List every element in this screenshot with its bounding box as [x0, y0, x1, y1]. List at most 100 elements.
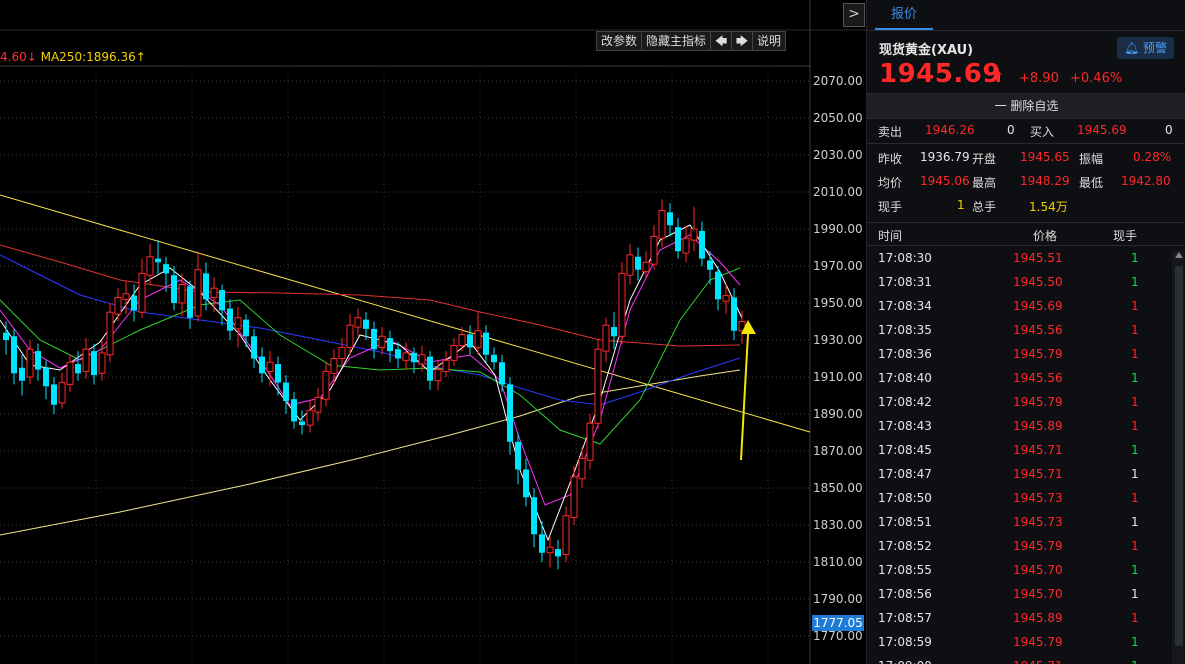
- candle-body-down: [411, 352, 417, 363]
- hide-main-indicator-button[interactable]: 隐藏主指标: [641, 31, 712, 51]
- y-tick-label: 1770.00: [813, 629, 863, 643]
- tick-price: 1945.51: [1013, 251, 1063, 265]
- candle-body-up: [418, 354, 426, 365]
- y-tick-label: 2030.00: [813, 148, 863, 162]
- modify-params-button[interactable]: 改参数: [596, 31, 643, 51]
- candle-body-down: [539, 534, 545, 553]
- avg-label: 均价: [878, 176, 903, 190]
- candle-body-up: [346, 324, 354, 348]
- candle-body-up: [602, 324, 610, 352]
- tick-price: 1945.69: [1013, 299, 1063, 313]
- tick-price: 1945.70: [1013, 563, 1063, 577]
- y-tick-label: 1990.00: [813, 222, 863, 236]
- candle-body-down: [467, 334, 473, 348]
- y-tick-label: 1870.00: [813, 444, 863, 458]
- candle-body-up: [354, 317, 362, 328]
- candle-body-up: [266, 361, 274, 372]
- candle-body-down: [555, 549, 561, 557]
- tick-scrollbar[interactable]: [1172, 250, 1185, 664]
- candle-body-down: [163, 264, 169, 274]
- kline-svg[interactable]: 2070.00 2050.00 2030.00 2010.00 1990.00 1970.…: [0, 0, 866, 664]
- tick-volume: 1: [1131, 371, 1139, 385]
- tick-time: 17:08:36: [878, 347, 932, 361]
- tick-row: 17:08:50 1945.73 1: [867, 486, 1185, 510]
- tick-volume: 1: [1131, 539, 1139, 553]
- y-tick-label: 1910.00: [813, 370, 863, 384]
- total-vol-value: 1.54万: [1029, 200, 1068, 214]
- high-value: 1948.29: [1020, 174, 1070, 188]
- prev-arrow-button[interactable]: 🡄: [710, 31, 733, 51]
- tick-row: 17:08:34 1945.69 1: [867, 294, 1185, 318]
- y-tick-label: 1950.00: [813, 296, 863, 310]
- amplitude-label: 振幅: [1079, 152, 1104, 166]
- candle-body-up: [322, 370, 330, 400]
- collapse-panel-button[interactable]: >: [843, 3, 865, 27]
- candle-body-up: [650, 235, 658, 265]
- candle-body-down: [187, 286, 193, 318]
- y-tick-label: 2050.00: [813, 111, 863, 125]
- candle-body-down: [259, 356, 265, 374]
- y-tick-label: 1850.00: [813, 481, 863, 495]
- tick-row: 17:08:56 1945.70 1: [867, 582, 1185, 606]
- candle-body-down: [291, 399, 297, 422]
- y-tick-label: 2010.00: [813, 185, 863, 199]
- open-label: 开盘: [972, 152, 997, 166]
- kline-chart[interactable]: 2070.00 2050.00 2030.00 2010.00 1990.00 1970.…: [0, 0, 866, 664]
- tick-row: 17:08:55 1945.70 1: [867, 558, 1185, 582]
- remove-favorite-button[interactable]: 一 删除自选: [867, 93, 1185, 119]
- candle-body-down: [635, 256, 641, 270]
- tick-row: 17:08:40 1945.56 1: [867, 366, 1185, 390]
- tick-list[interactable]: 17:08:30 1945.51 1 17:08:31 1945.50 1 17:08:34…: [867, 246, 1185, 664]
- tick-price: 1945.71: [1013, 443, 1063, 457]
- total-vol-label: 总手: [972, 200, 997, 214]
- tick-time: 17:08:50: [878, 491, 932, 505]
- candle-body-down: [363, 319, 369, 329]
- candle-body-up: [66, 361, 74, 385]
- candle-body-up: [138, 272, 146, 313]
- candle-body-down: [251, 336, 257, 359]
- candle-body-down: [75, 364, 81, 374]
- help-button[interactable]: 说明: [752, 31, 787, 51]
- next-arrow-button[interactable]: 🡆: [731, 31, 754, 51]
- open-value: 1945.65: [1020, 150, 1070, 164]
- candle-body-down: [219, 290, 225, 311]
- candle-body-up: [234, 317, 242, 330]
- scroll-up-icon[interactable]: [1175, 252, 1183, 258]
- tick-price: 1945.50: [1013, 275, 1063, 289]
- tick-time: 17:08:35: [878, 323, 932, 337]
- low-value: 1942.80: [1121, 174, 1171, 188]
- candle-body-down: [3, 332, 9, 340]
- tick-volume: 1: [1131, 443, 1139, 457]
- buy-volume: 0: [1165, 123, 1173, 137]
- candle-body-down: [387, 338, 393, 352]
- stats-row-2: 均价 1945.06 最高 1948.29 最低 1942.80: [867, 170, 1185, 194]
- stats-row-3: 现手 1 总手 1.54万: [867, 194, 1185, 222]
- y-tick-label: 1930.00: [813, 333, 863, 347]
- tick-time: 17:08:45: [878, 443, 932, 457]
- chart-toolbar: 改参数 隐藏主指标 🡄 🡆 说明: [596, 31, 787, 51]
- tick-row: 17:08:52 1945.79 1: [867, 534, 1185, 558]
- candle-body-up: [306, 409, 314, 426]
- bell-icon: 🔔︎: [1123, 41, 1140, 55]
- tick-row: 17:08:43 1945.89 1: [867, 414, 1185, 438]
- tick-row: 17:09:00 1945.71 1: [867, 654, 1185, 664]
- tick-price: 1945.56: [1013, 323, 1063, 337]
- candle-body-down: [499, 362, 505, 385]
- alert-button[interactable]: 🔔︎ 预警: [1117, 37, 1174, 59]
- candle-body-down: [667, 212, 673, 226]
- alert-label: 预警: [1143, 41, 1168, 55]
- candle-body-up: [722, 295, 730, 302]
- scroll-thumb[interactable]: [1175, 266, 1183, 646]
- candle-body-down: [155, 258, 161, 263]
- tick-price: 1945.89: [1013, 611, 1063, 625]
- tick-price: 1945.73: [1013, 515, 1063, 529]
- tick-row: 17:08:35 1945.56 1: [867, 318, 1185, 342]
- tab-quote[interactable]: 报价: [875, 0, 933, 30]
- candle-body-down: [19, 367, 25, 381]
- candle-body-down: [427, 356, 433, 381]
- high-label: 最高: [972, 176, 997, 190]
- candle-body-down: [131, 295, 137, 311]
- avg-value: 1945.06: [920, 174, 970, 188]
- y-tick-label: 1810.00: [813, 555, 863, 569]
- candle-body-up: [82, 348, 90, 372]
